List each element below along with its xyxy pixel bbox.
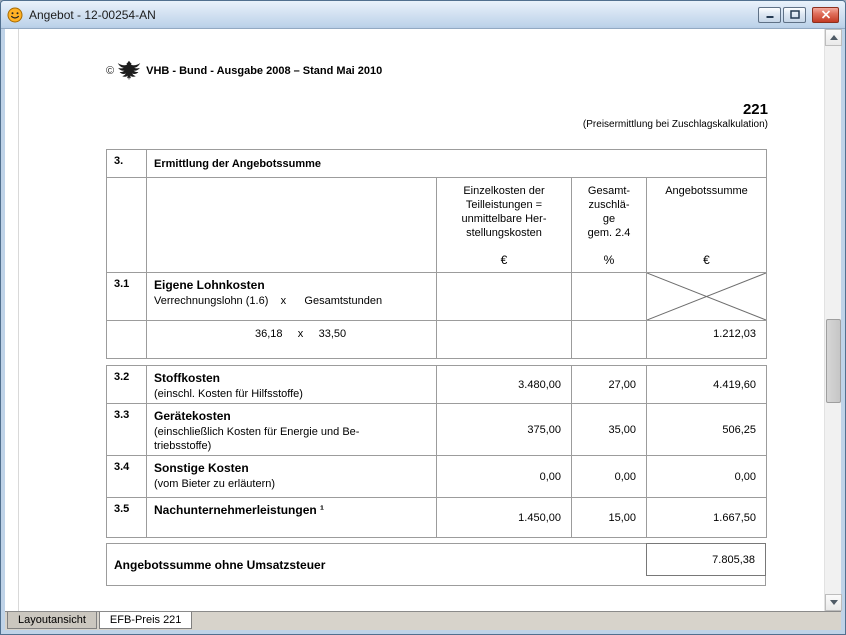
form-id: 221 (Preisermittlung bei Zuschlagskalkul… [583,101,768,131]
angebotssumme-value[interactable]: 1.212,03 [646,320,767,359]
col-header-einzelkosten: Einzelkosten der Teilleistungen = unmitt… [461,185,547,267]
zuschlag-value[interactable]: 27,00 [571,365,647,404]
angebotssumme-value[interactable]: 0,00 [646,455,767,498]
table-row: 3.2 Stoffkosten (einschl. Kosten für Hil… [106,365,767,404]
row-description: Nachunternehmerleistungen ¹ [146,497,437,538]
col-header-zuschlaege: Gesamt- zuschlä- ge gem. 2.4 % [587,185,631,267]
einzelkosten-value[interactable]: 3.480,00 [436,365,572,404]
tab-layoutansicht[interactable]: Layoutansicht [7,612,97,629]
total-value-box: 7.805,38 [646,543,766,576]
angebotssumme-value[interactable]: 4.419,60 [646,365,767,404]
table-row: 36,18 x 33,50 1.212,03 [106,320,767,359]
section-title: Ermittlung der Angebotssumme [146,149,767,178]
einzelkosten-value[interactable]: 0,00 [436,455,572,498]
tab-efb-preis-221[interactable]: EFB-Preis 221 [98,612,193,629]
close-button[interactable] [812,6,839,23]
copyright-mark: © [106,64,115,77]
vertical-scrollbar[interactable] [824,29,842,611]
table-row: 3.4 Sonstige Kosten (vom Bieter zu erläu… [106,455,767,498]
crossed-out-cell [646,272,767,321]
row-subtitle: (einschließlich Kosten für Energie und B… [154,426,360,452]
lohn-calculation-values[interactable]: 36,18 x 33,50 [146,320,437,359]
document-header: © VHB - Bund - Ausgabe 2008 – Stand Mai … [106,59,382,82]
arrow-down-icon [829,600,838,605]
page-left-edge [18,29,19,611]
row-description: Stoffkosten (einschl. Kosten für Hilfsst… [146,365,437,404]
zuschlag-value[interactable]: 0,00 [571,455,647,498]
total-row: Angebotssumme ohne Umsatzsteuer 7.805,38 [106,543,766,586]
form-number: 221 [742,101,768,118]
arrow-up-icon [829,35,838,40]
form-page: © VHB - Bund - Ausgabe 2008 – Stand Mai … [5,29,824,611]
maximize-button[interactable] [783,6,806,23]
row-number: 3.2 [106,365,147,404]
row-number: 3.3 [106,403,147,456]
minimize-icon [766,16,773,18]
angebotssumme-value[interactable]: 506,25 [646,403,767,456]
row-description: Eigene Lohnkosten Verrechnungslohn (1.6)… [146,272,437,321]
row-title: Eigene Lohnkosten [154,278,265,292]
table-row: 3.1 Eigene Lohnkosten Verrechnungslohn (… [106,272,767,321]
unit-percent: % [603,253,615,267]
scroll-down-button[interactable] [825,594,842,611]
unit-euro: € [500,253,508,267]
zuschlag-value[interactable]: 35,00 [571,403,647,456]
einzelkosten-value[interactable]: 1.450,00 [436,497,572,538]
row-title: Stoffkosten [154,371,220,385]
close-icon [821,10,830,19]
row-description: Gerätekosten (einschließlich Kosten für … [146,403,437,456]
bundesadler-icon [117,60,141,81]
view-tabbar: Layoutansicht EFB-Preis 221 [5,611,841,630]
table-row: 3.5 Nachunternehmerleistungen ¹ 1.450,00… [106,497,767,538]
document-view: © VHB - Bund - Ausgabe 2008 – Stand Mai … [5,29,842,630]
minimize-button[interactable] [758,6,781,23]
table-row: Einzelkosten der Teilleistungen = unmitt… [106,177,767,273]
table-row: 3. Ermittlung der Angebotssumme [106,149,767,178]
table-row: 3.3 Gerätekosten (einschließlich Kosten … [106,403,767,456]
app-icon[interactable] [7,7,23,23]
diagonal-cross-icon [647,273,766,320]
row-number: 3.5 [106,497,147,538]
einzelkosten-value[interactable]: 375,00 [436,403,572,456]
edition-text: VHB - Bund - Ausgabe 2008 – Stand Mai 20… [146,64,383,77]
window-controls [758,6,839,23]
row-title: Nachunternehmerleistungen ¹ [154,503,325,517]
total-label: Angebotssumme ohne Umsatzsteuer [114,557,326,572]
row-title: Gerätekosten [154,409,231,423]
efb221-form: 3. Ermittlung der Angebotssumme Einzelko… [106,149,768,586]
zuschlag-value[interactable]: 15,00 [571,497,647,538]
section-number: 3. [106,149,147,178]
unit-euro: € [703,253,710,267]
form-subtitle: (Preisermittlung bei Zuschlagskalkulatio… [582,119,768,130]
window-title: Angebot - 12-00254-AN [29,7,156,22]
row-subtitle: (vom Bieter zu erläutern) [154,478,276,490]
row-subtitle: Verrechnungslohn (1.6) x Gesamtstunden [154,295,383,307]
row-description: Sonstige Kosten (vom Bieter zu erläutern… [146,455,437,498]
total-value: 7.805,38 [712,553,755,566]
col-header-angebotssumme: Angebotssumme € [665,185,748,267]
scroll-up-button[interactable] [825,29,842,46]
table-rows-32-35: 3.2 Stoffkosten (einschl. Kosten für Hil… [106,365,767,538]
angebotssumme-value[interactable]: 1.667,50 [646,497,767,538]
row-subtitle: (einschl. Kosten für Hilfsstoffe) [154,388,303,400]
titlebar[interactable]: Angebot - 12-00254-AN [1,1,845,29]
maximize-icon [789,10,800,19]
scrollbar-thumb[interactable] [826,319,841,403]
row-title: Sonstige Kosten [154,461,249,475]
row-number: 3.4 [106,455,147,498]
row-number: 3.1 [106,272,147,321]
app-window: Angebot - 12-00254-AN © VHB - Bund - Aus… [0,0,846,635]
table-section-3: 3. Ermittlung der Angebotssumme Einzelko… [106,149,767,359]
